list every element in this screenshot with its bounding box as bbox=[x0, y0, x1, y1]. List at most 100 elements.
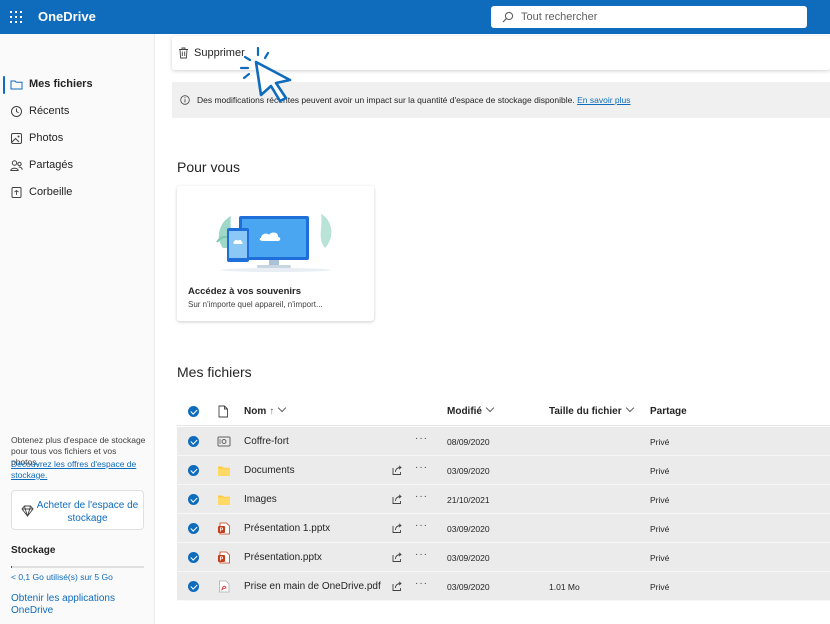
sidebar-item-label: Mes fichiers bbox=[29, 78, 93, 90]
folder-icon bbox=[218, 495, 230, 505]
files-table: Nom ↑ Modifié Taille du fichier Partage C… bbox=[177, 397, 830, 603]
sidebar-item-label: Partagés bbox=[29, 159, 74, 171]
search-icon bbox=[502, 11, 514, 23]
sharing-status: Privé bbox=[650, 437, 670, 447]
modified-date: 21/10/2021 bbox=[447, 495, 490, 505]
recycle-bin-icon bbox=[11, 187, 22, 198]
more-options-icon[interactable]: ··· bbox=[415, 520, 428, 531]
row-checkbox[interactable] bbox=[188, 494, 199, 505]
file-name-link[interactable]: Coffre-fort bbox=[244, 436, 289, 447]
storage-offers-link[interactable]: Découvrez les offres d'espace de stockag… bbox=[11, 459, 146, 481]
file-name-link[interactable]: Images bbox=[244, 494, 277, 505]
storage-title: Stockage bbox=[11, 545, 56, 556]
table-row[interactable]: P Présentation 1.pptx ··· 03/09/2020 Privé bbox=[177, 514, 830, 543]
storage-usage-link[interactable]: < 0,1 Go utilisé(s) sur 5 Go bbox=[11, 572, 113, 582]
column-header-size[interactable]: Taille du fichier bbox=[549, 403, 634, 417]
table-row[interactable]: Coffre-fort ··· 08/09/2020 Privé bbox=[177, 427, 830, 456]
file-type-icon bbox=[218, 405, 228, 418]
sidebar-item-photos[interactable]: Photos bbox=[0, 126, 155, 152]
column-label: Nom bbox=[244, 406, 267, 417]
share-icon[interactable] bbox=[391, 551, 403, 563]
app-launcher-icon[interactable] bbox=[10, 11, 22, 23]
chevron-down-icon bbox=[277, 403, 287, 413]
folder-icon bbox=[218, 466, 230, 476]
diamond-icon bbox=[21, 505, 34, 517]
table-row[interactable]: Prise en main de OneDrive.pdf ··· 03/09/20… bbox=[177, 572, 830, 601]
select-all-checkbox[interactable] bbox=[188, 406, 199, 417]
sharing-status: Privé bbox=[650, 495, 670, 505]
more-options-icon[interactable]: ··· bbox=[415, 578, 428, 589]
mouse-cursor-icon bbox=[239, 46, 292, 103]
buy-storage-label: Acheter de l'espace de stockage bbox=[36, 500, 139, 524]
share-icon[interactable] bbox=[391, 522, 403, 534]
row-checkbox[interactable] bbox=[188, 552, 199, 563]
sidebar-item-recent[interactable]: Récents bbox=[0, 99, 155, 125]
chevron-down-icon bbox=[485, 403, 495, 413]
row-checkbox[interactable] bbox=[188, 436, 199, 447]
search-box[interactable]: Tout rechercher bbox=[491, 6, 807, 28]
sharing-status: Privé bbox=[650, 553, 670, 563]
table-header: Nom ↑ Modifié Taille du fichier Partage bbox=[177, 397, 830, 426]
modified-date: 08/09/2020 bbox=[447, 437, 490, 447]
search-placeholder: Tout rechercher bbox=[521, 11, 598, 23]
file-name-link[interactable]: Présentation.pptx bbox=[244, 552, 322, 563]
storage-progress-bar bbox=[11, 566, 144, 568]
table-row[interactable]: P Présentation.pptx ··· 03/09/2020 Privé bbox=[177, 543, 830, 572]
sidebar-item-recycle-bin[interactable]: Corbeille bbox=[0, 180, 155, 206]
sort-ascending-icon: ↑ bbox=[269, 406, 275, 417]
memories-card[interactable]: Accédez à vos souvenirs Sur n'importe qu… bbox=[177, 186, 374, 321]
recent-icon bbox=[11, 106, 22, 117]
table-row[interactable]: Documents ··· 03/09/2020 Privé bbox=[177, 456, 830, 485]
chevron-down-icon bbox=[625, 403, 634, 413]
info-icon bbox=[180, 95, 190, 105]
sidebar: Mes fichiers Récents Photos Partagés Cor… bbox=[0, 34, 155, 624]
share-icon[interactable] bbox=[391, 493, 403, 505]
row-checkbox[interactable] bbox=[188, 465, 199, 476]
file-name-link[interactable]: Présentation 1.pptx bbox=[244, 523, 330, 534]
svg-text:P: P bbox=[220, 528, 224, 534]
column-label: Taille du fichier bbox=[549, 406, 622, 417]
column-header-modified[interactable]: Modifié bbox=[447, 403, 495, 417]
powerpoint-icon: P bbox=[218, 551, 230, 564]
sidebar-item-label: Photos bbox=[29, 132, 64, 144]
column-label: Modifié bbox=[447, 406, 482, 417]
file-name-link[interactable]: Prise en main de OneDrive.pdf bbox=[244, 581, 381, 592]
column-header-sharing[interactable]: Partage bbox=[650, 406, 687, 417]
vault-icon bbox=[217, 436, 231, 447]
more-options-icon[interactable]: ··· bbox=[415, 462, 428, 473]
photo-icon bbox=[11, 133, 22, 144]
svg-text:P: P bbox=[220, 557, 224, 563]
modified-date: 03/09/2020 bbox=[447, 553, 490, 563]
top-bar: OneDrive Tout rechercher bbox=[0, 0, 830, 34]
sharing-status: Privé bbox=[650, 466, 670, 476]
devices-illustration bbox=[216, 214, 332, 272]
for-you-title: Pour vous bbox=[177, 159, 241, 175]
powerpoint-icon: P bbox=[218, 522, 230, 535]
table-row[interactable]: Images ··· 21/10/2021 Privé bbox=[177, 485, 830, 514]
column-label: Partage bbox=[650, 406, 687, 417]
folder-icon bbox=[10, 80, 23, 90]
more-options-icon[interactable]: ··· bbox=[415, 549, 428, 560]
trash-icon bbox=[179, 47, 188, 59]
learn-more-link[interactable]: En savoir plus bbox=[577, 95, 630, 105]
sidebar-item-my-files[interactable]: Mes fichiers bbox=[0, 72, 155, 98]
pdf-icon bbox=[219, 580, 230, 593]
sidebar-item-shared[interactable]: Partagés bbox=[0, 153, 155, 179]
app-title[interactable]: OneDrive bbox=[38, 9, 96, 24]
share-icon[interactable] bbox=[391, 464, 403, 476]
more-options-icon[interactable]: ··· bbox=[415, 491, 428, 502]
sidebar-item-label: Récents bbox=[29, 105, 70, 117]
sharing-status: Privé bbox=[650, 582, 670, 592]
file-name-link[interactable]: Documents bbox=[244, 465, 295, 476]
card-title: Accédez à vos souvenirs bbox=[188, 286, 301, 297]
buy-storage-button[interactable]: Acheter de l'espace de stockage bbox=[11, 490, 144, 530]
more-options-icon[interactable]: ··· bbox=[415, 433, 428, 444]
get-apps-link[interactable]: Obtenir les applications OneDrive bbox=[11, 593, 131, 617]
sidebar-item-label: Corbeille bbox=[29, 186, 73, 198]
row-checkbox[interactable] bbox=[188, 581, 199, 592]
row-checkbox[interactable] bbox=[188, 523, 199, 534]
file-size: 1.01 Mo bbox=[549, 582, 580, 592]
share-icon[interactable] bbox=[391, 580, 403, 592]
column-header-name[interactable]: Nom ↑ bbox=[244, 403, 287, 417]
modified-date: 03/09/2020 bbox=[447, 582, 490, 592]
